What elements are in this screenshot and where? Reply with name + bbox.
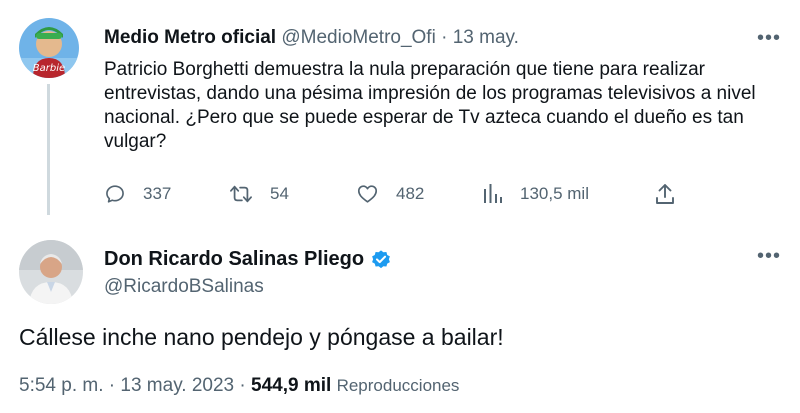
tweet2-handle[interactable]: @RicardoBSalinas xyxy=(104,276,264,298)
avatar-image: Barbie xyxy=(19,18,79,78)
views-count: 130,5 mil xyxy=(520,184,589,203)
like-count: 482 xyxy=(396,184,425,203)
share-button[interactable] xyxy=(655,181,675,207)
more-horizontal-icon[interactable]: ••• xyxy=(757,246,781,266)
reply-icon xyxy=(106,185,124,203)
retweet-count: 54 xyxy=(270,184,289,203)
retweet-button[interactable]: 54 xyxy=(229,181,289,207)
share-icon xyxy=(656,184,674,204)
tweet1-text: Patricio Borghetti demuestra la nula pre… xyxy=(104,59,756,152)
tweet2-text: Cállese inche nano pendejo y póngase a b… xyxy=(19,324,504,350)
verified-badge-icon xyxy=(372,249,390,268)
like-button[interactable]: 482 xyxy=(356,181,424,207)
tweet1-author-name[interactable]: Medio Metro oficial xyxy=(104,27,276,48)
tweet2-date[interactable]: 13 may. 2023 xyxy=(120,375,234,396)
more-horizontal-icon[interactable]: ••• xyxy=(757,28,781,48)
tweet2-author[interactable]: Don Ricardo Salinas Pliego xyxy=(104,248,392,271)
reply-button[interactable]: 337 xyxy=(104,181,171,207)
tweet2-author-name[interactable]: Don Ricardo Salinas Pliego xyxy=(104,248,364,271)
heart-icon xyxy=(357,185,378,203)
retweet-icon xyxy=(230,185,252,203)
tweet2-separator: · xyxy=(108,375,116,396)
tweet2-meta: 5:54 p. m. · 13 may. 2023 · 544,9 mil Re… xyxy=(19,375,459,397)
avatar-medio-metro[interactable]: Barbie xyxy=(19,18,79,78)
tweet1-handle[interactable]: @MedioMetro_Ofi xyxy=(281,27,435,48)
views-chart-icon xyxy=(484,184,502,203)
tweet2-time[interactable]: 5:54 p. m. xyxy=(19,375,104,396)
avatar-image xyxy=(19,240,83,304)
tweet1-header: Medio Metro oficial @MedioMetro_Ofi · 13… xyxy=(104,27,519,49)
tweet2-views-count[interactable]: 544,9 mil xyxy=(251,375,331,396)
svg-text:Barbie: Barbie xyxy=(33,63,65,74)
views-button[interactable]: 130,5 mil xyxy=(483,181,589,207)
reply-count: 337 xyxy=(143,184,172,203)
tweet2-separator: · xyxy=(239,375,246,396)
avatar-ricardo-salinas[interactable] xyxy=(19,240,83,304)
tweet2-views-label: Reproducciones xyxy=(336,376,460,395)
tweet1-date[interactable]: 13 may. xyxy=(453,27,519,48)
tweet1-separator: · xyxy=(441,27,448,48)
thread-line xyxy=(47,84,50,215)
